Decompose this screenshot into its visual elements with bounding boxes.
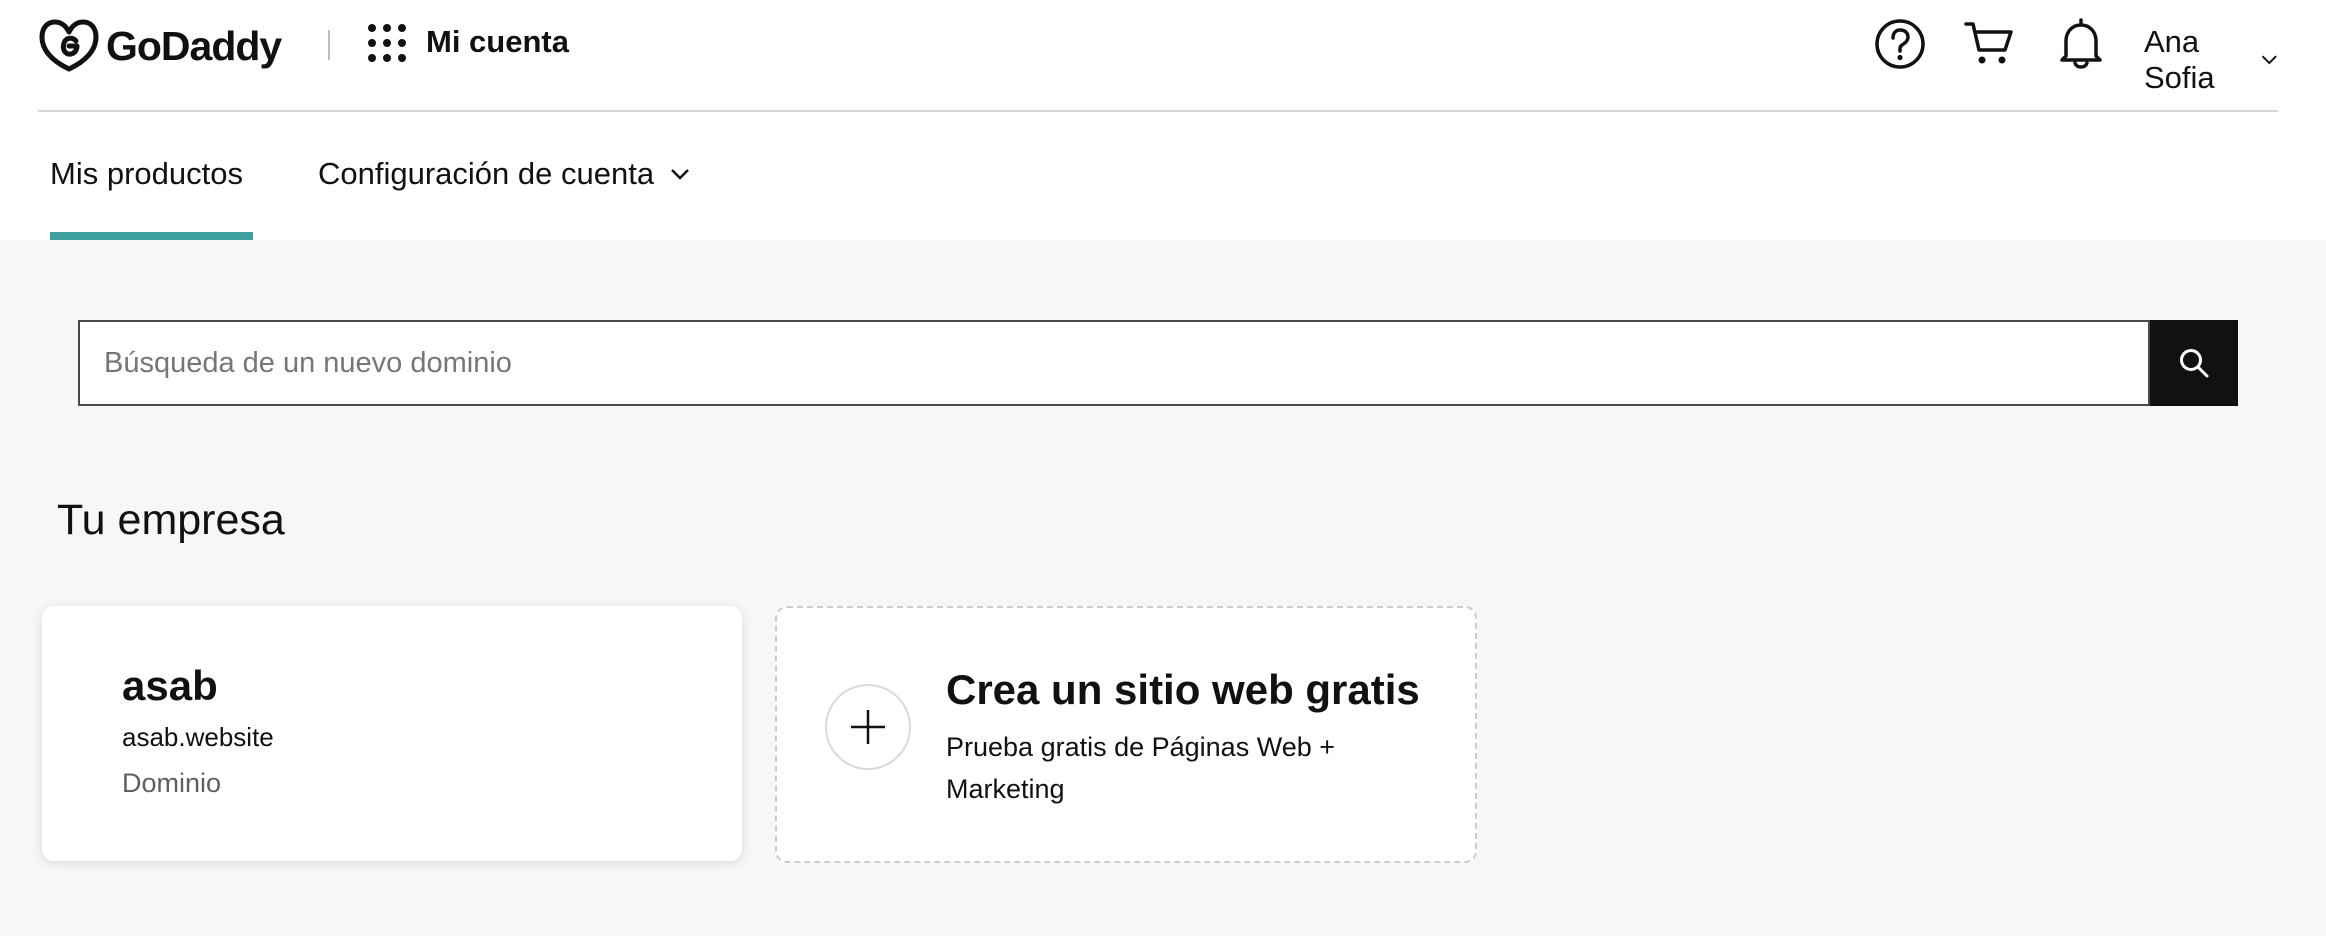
grid-apps-icon[interactable] [366, 22, 408, 64]
brand-name: GoDaddy [106, 22, 282, 69]
create-website-title: Crea un sitio web gratis [946, 666, 1420, 713]
top-bar: GoDaddy Mi cuenta Ana Sofia Mis producto… [0, 0, 2326, 240]
user-name: Ana Sofia [2144, 24, 2215, 95]
create-website-description: Prueba gratis de Páginas Web + Marketing [946, 732, 1335, 804]
tab-configuracion-de-cuenta[interactable]: Configuración de cuenta [318, 156, 690, 192]
tab-mis-productos[interactable]: Mis productos [50, 156, 243, 192]
godaddy-logo[interactable]: GoDaddy [38, 16, 282, 76]
domain-search [78, 320, 2238, 406]
product-domain: asab.website [122, 722, 274, 752]
bell-icon[interactable] [2058, 17, 2104, 69]
account-title[interactable]: Mi cuenta [426, 24, 569, 60]
godaddy-logo-icon [39, 19, 99, 72]
search-icon [2180, 349, 2209, 378]
help-circle-icon[interactable] [1874, 18, 1926, 70]
active-tab-indicator [50, 232, 253, 240]
product-type: Dominio [122, 768, 222, 798]
product-card[interactable]: asab asab.website Dominio [42, 606, 742, 861]
domain-search-input[interactable] [78, 320, 2150, 406]
product-name: asab [122, 662, 218, 709]
chevron-down-icon [2262, 55, 2278, 65]
search-button[interactable] [2150, 320, 2238, 406]
chevron-down-icon [671, 169, 689, 180]
plus-icon [851, 710, 885, 744]
create-website-card[interactable]: Crea un sitio web gratis Prueba gratis d… [775, 606, 1477, 863]
section-title: Tu empresa [57, 496, 285, 544]
tab-configuracion-label: Configuración de cuenta [318, 156, 655, 191]
header: GoDaddy Mi cuenta Ana Sofia [38, 0, 2278, 112]
cart-icon[interactable] [1964, 20, 2014, 68]
user-menu[interactable]: Ana Sofia [2144, 24, 2278, 96]
header-divider [328, 30, 330, 60]
add-website-button[interactable] [825, 684, 911, 770]
